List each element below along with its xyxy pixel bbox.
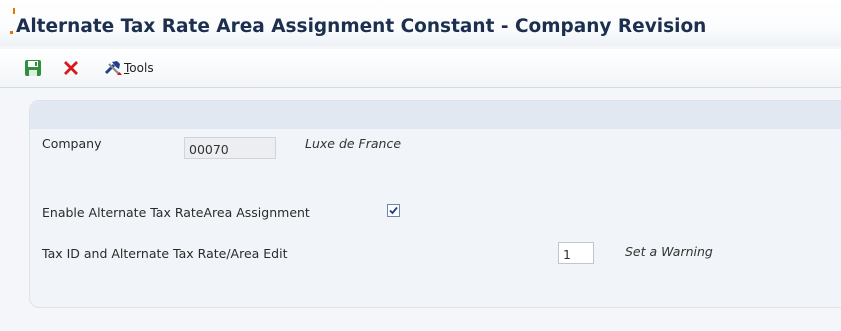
save-icon	[25, 60, 41, 76]
taxid-edit-description: Set a Warning	[625, 244, 713, 259]
tools-icon	[104, 61, 122, 75]
company-label: Company	[42, 136, 102, 151]
tools-menu[interactable]: Tools	[124, 61, 154, 75]
checkmark-icon	[389, 206, 398, 215]
title-accent-dot	[10, 31, 13, 34]
save-button[interactable]	[23, 58, 43, 78]
cancel-button[interactable]	[61, 58, 81, 78]
toolbar: Tools	[0, 49, 841, 88]
enable-alternate-checkbox[interactable]	[387, 204, 400, 217]
title-bar: Alternate Tax Rate Area Assignment Const…	[0, 0, 841, 46]
company-field[interactable]: 00070	[184, 137, 276, 159]
panel-header	[30, 101, 841, 129]
cancel-icon	[64, 61, 78, 75]
tools-button[interactable]	[103, 58, 123, 78]
taxid-edit-field[interactable]: 1	[558, 242, 594, 264]
enable-alternate-label: Enable Alternate Tax RateArea Assignment	[42, 205, 310, 220]
page-title: Alternate Tax Rate Area Assignment Const…	[16, 16, 707, 37]
title-accent-mark	[13, 8, 15, 14]
form-panel	[29, 100, 841, 308]
taxid-edit-label: Tax ID and Alternate Tax Rate/Area Edit	[42, 246, 288, 261]
tools-label: ools	[129, 61, 154, 75]
company-name: Luxe de France	[305, 136, 402, 151]
